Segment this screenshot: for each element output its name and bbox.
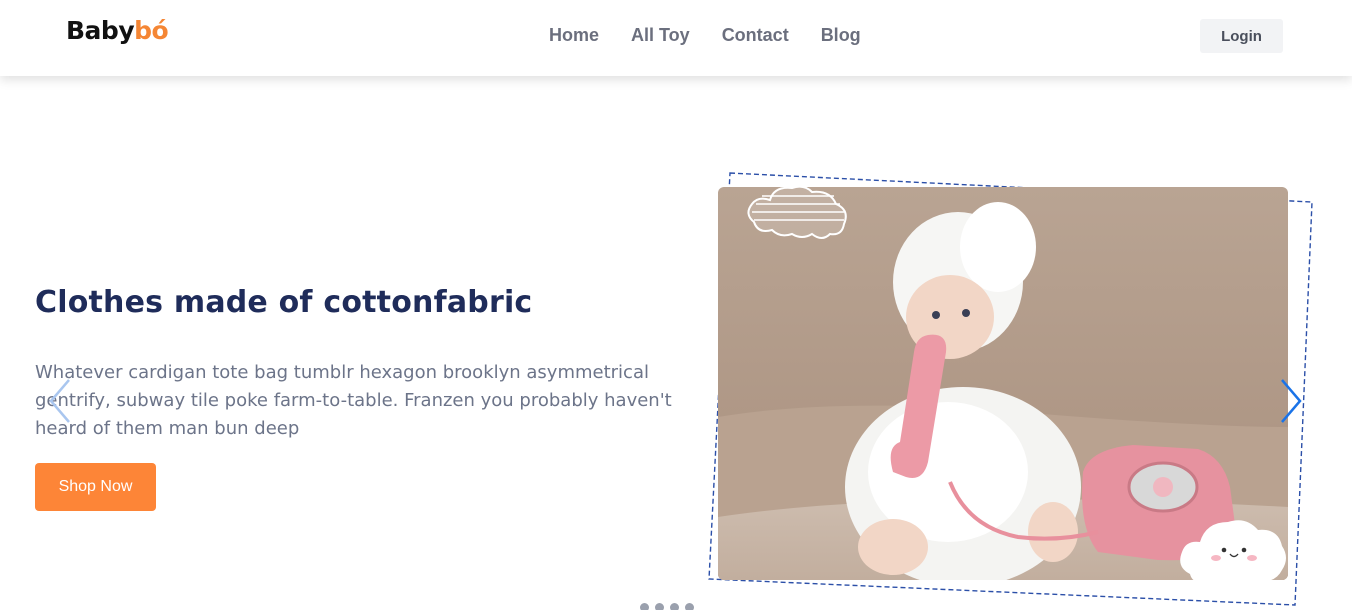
- striped-cloud-decoration: [747, 185, 847, 239]
- logo-text-primary: Baby: [66, 16, 135, 45]
- shop-now-button[interactable]: Shop Now: [35, 463, 156, 511]
- navbar: Babybó Home All Toy Contact Blog Login: [0, 0, 1352, 76]
- hero-title: Clothes made of cottonfabric: [35, 285, 533, 320]
- pagination-dot[interactable]: [670, 603, 679, 610]
- pagination-dot[interactable]: [640, 603, 649, 610]
- login-button[interactable]: Login: [1200, 19, 1283, 53]
- pagination-dot[interactable]: [655, 603, 664, 610]
- nav-contact-link[interactable]: Contact: [722, 25, 789, 46]
- chevron-left-icon[interactable]: [45, 376, 75, 426]
- main-nav: Home All Toy Contact Blog: [549, 25, 861, 46]
- chevron-right-icon[interactable]: [1276, 376, 1306, 426]
- hero-description: Whatever cardigan tote bag tumblr hexago…: [35, 362, 672, 439]
- slider-pagination: [640, 603, 694, 610]
- pagination-dot[interactable]: [685, 603, 694, 610]
- smiling-cloud-decoration: [1180, 520, 1286, 582]
- nav-blog-link[interactable]: Blog: [821, 25, 861, 46]
- brand-logo[interactable]: Babybó: [66, 16, 169, 45]
- nav-all-toy-link[interactable]: All Toy: [631, 25, 690, 46]
- logo-text-accent: bó: [134, 16, 169, 45]
- nav-home-link[interactable]: Home: [549, 25, 599, 46]
